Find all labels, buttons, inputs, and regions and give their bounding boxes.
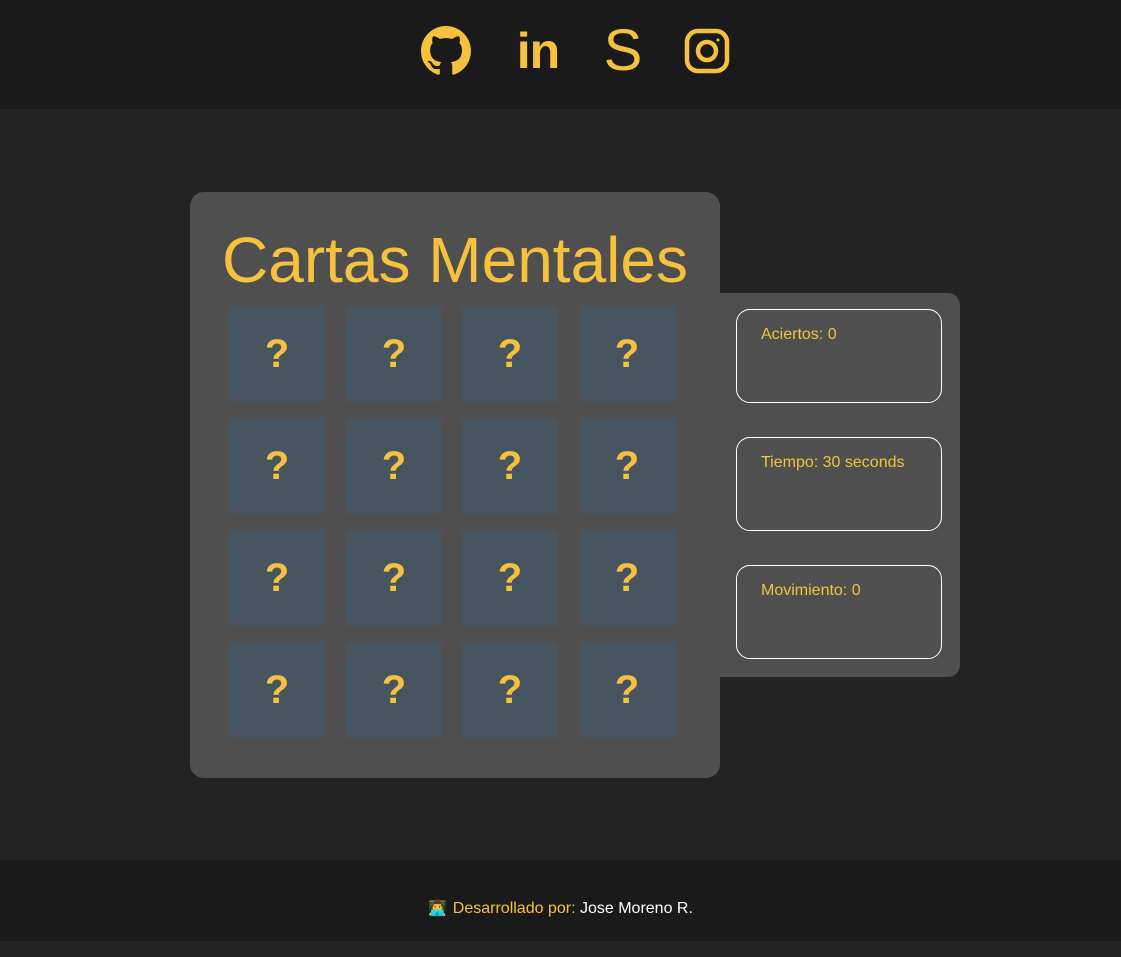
footer: 👨‍💻 Desarrollado por: Jose Moreno R. [0,860,1121,941]
card[interactable]: ? [579,642,675,738]
card[interactable]: ? [462,530,558,626]
hits-counter: Aciertos: 0 [761,326,837,343]
card[interactable]: ? [346,306,442,402]
card[interactable]: ? [346,418,442,514]
moves-box: Movimiento: 0 [736,565,942,659]
linkedin-icon[interactable]: in [513,26,563,76]
developer-name: Jose Moreno R. [579,900,693,917]
stackoverflow-icon[interactable]: S [598,18,648,83]
time-counter: Tiempo: 30 seconds [761,454,905,471]
footer-credit: 👨‍💻 Desarrollado por: Jose Moreno R. [0,860,1121,957]
card[interactable]: ? [229,306,325,402]
card[interactable]: ? [229,642,325,738]
social-header: in S [0,0,1121,109]
game-title: Cartas Mentales [222,224,688,296]
card-grid: ? ? ? ? ? ? ? ? ? ? ? ? ? ? ? ? [229,306,675,738]
developed-by-label: Desarrollado por: [452,900,576,917]
time-box: Tiempo: 30 seconds [736,437,942,531]
stackoverflow-label: S [603,18,643,83]
card[interactable]: ? [229,530,325,626]
card[interactable]: ? [462,642,558,738]
card[interactable]: ? [579,530,675,626]
hits-box: Aciertos: 0 [736,309,942,403]
card[interactable]: ? [579,418,675,514]
card[interactable]: ? [579,306,675,402]
moves-counter: Movimiento: 0 [761,582,861,599]
card[interactable]: ? [462,306,558,402]
instagram-icon[interactable] [682,26,732,76]
linkedin-label: in [516,23,560,79]
card[interactable]: ? [229,418,325,514]
github-icon[interactable] [421,26,471,76]
card[interactable]: ? [346,642,442,738]
developer-icon: 👨‍💻 [428,900,447,917]
card[interactable]: ? [346,530,442,626]
card[interactable]: ? [462,418,558,514]
